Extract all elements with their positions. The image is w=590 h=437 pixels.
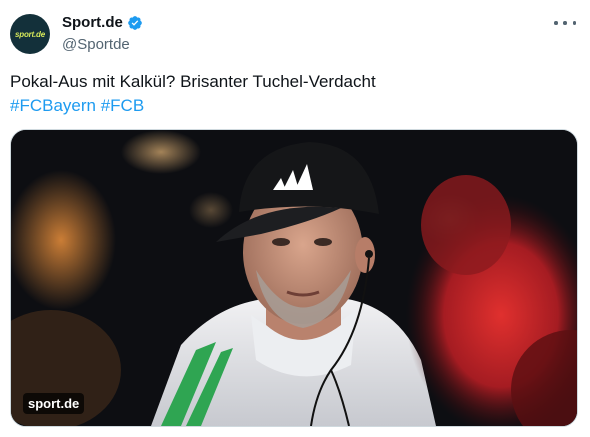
media-source-badge: sport.de — [23, 393, 85, 414]
hashtag-fcb[interactable]: #FCB — [101, 96, 144, 115]
more-options-icon[interactable] — [554, 16, 576, 30]
tweet-card[interactable]: sport.de Sport.de @Sportde Pokal-Aus mit… — [0, 0, 590, 437]
hashtag-row: #FCBayern #FCB — [10, 94, 144, 118]
account-name-row: Sport.de — [62, 14, 143, 31]
post-text: Pokal-Aus mit Kalkül? Brisanter Tuchel-V… — [10, 72, 376, 91]
account-handle[interactable]: @Sportde — [62, 36, 130, 53]
hashtag-fcbayern[interactable]: #FCBayern — [10, 96, 96, 115]
post-media-image[interactable]: sport.de — [10, 129, 578, 427]
display-name[interactable]: Sport.de — [62, 14, 123, 31]
avatar[interactable]: sport.de — [10, 14, 50, 54]
verified-badge-icon — [128, 15, 142, 30]
avatar-logo-text: sport.de — [15, 29, 45, 39]
coach-photo — [11, 130, 577, 426]
